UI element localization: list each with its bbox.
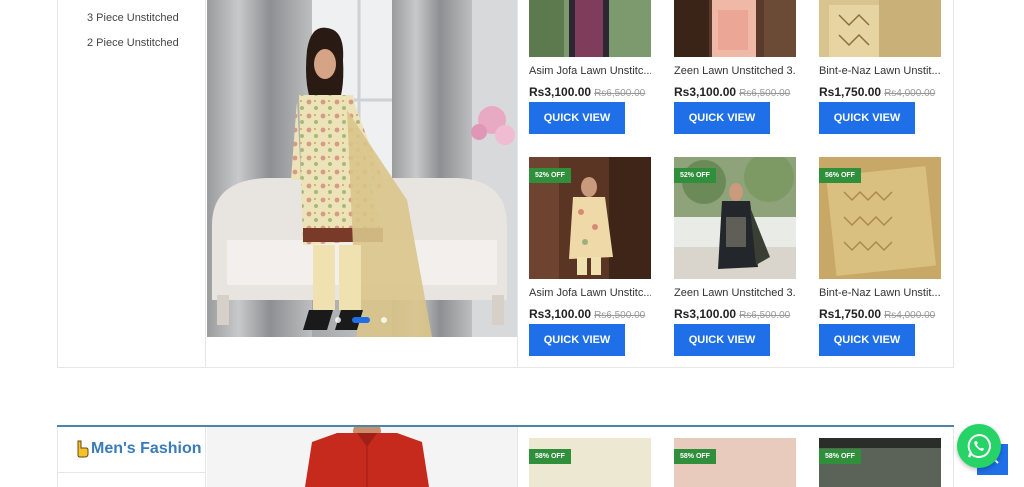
product-card[interactable]: Zeen Lawn Unstitched 3... Rs3,100.00 Rs6,…: [674, 0, 796, 134]
product-card[interactable]: Asim Jofa Lawn Unstitc... Rs3,100.00 Rs6,…: [529, 0, 651, 134]
product-card[interactable]: 56% OFF Bint-e-Naz Lawn Unstit... Rs1,75…: [819, 157, 941, 357]
category-sidebar: 3 Piece Unstitched 2 Piece Unstitched: [57, 0, 206, 368]
product-image[interactable]: 52% OFF: [529, 157, 651, 279]
whatsapp-icon: [967, 433, 991, 458]
product-card[interactable]: 52% OFF Zeen Lawn Unstitched 3... Rs3,10…: [674, 157, 796, 357]
banner-photo: [207, 0, 517, 337]
mens-banner-photo: [207, 427, 517, 487]
quick-view-button[interactable]: QUICK VIEW: [529, 102, 625, 134]
section-heading-text: Men's Fashion: [91, 440, 202, 457]
original-price: Rs6,500.00: [739, 310, 791, 321]
sale-price: Rs3,100.00: [674, 307, 737, 321]
divider: [517, 0, 518, 368]
product-card[interactable]: 58% OFF: [674, 438, 796, 487]
discount-badge: 52% OFF: [674, 168, 716, 183]
product-price: Rs3,100.00 Rs6,500.00: [529, 307, 645, 321]
original-price: Rs4,000.00: [884, 88, 936, 99]
product-price: Rs3,100.00 Rs6,500.00: [529, 85, 645, 99]
product-price: Rs1,750.00 Rs4,000.00: [819, 85, 935, 99]
divider: [517, 427, 518, 487]
product-photo: [674, 0, 796, 57]
sidebar-link-3-piece-unstitched[interactable]: 3 Piece Unstitched: [87, 12, 179, 24]
promo-banner-image[interactable]: [207, 0, 517, 337]
discount-badge: 58% OFF: [529, 449, 571, 464]
product-price: Rs3,100.00 Rs6,500.00: [674, 307, 790, 321]
product-image[interactable]: [819, 0, 941, 57]
product-image[interactable]: [674, 0, 796, 57]
product-price: Rs3,100.00 Rs6,500.00: [674, 85, 790, 99]
product-photo: [819, 0, 941, 57]
product-card[interactable]: 58% OFF: [529, 438, 651, 487]
quick-view-button[interactable]: QUICK VIEW: [819, 324, 915, 356]
pointing-hand-icon: [77, 440, 89, 458]
sale-price: Rs1,750.00: [819, 85, 882, 99]
carousel-dot[interactable]: [381, 317, 387, 323]
sale-price: Rs3,100.00: [674, 85, 737, 99]
product-image[interactable]: 52% OFF: [674, 157, 796, 279]
sale-price: Rs3,100.00: [529, 85, 592, 99]
original-price: Rs6,500.00: [594, 88, 646, 99]
product-image[interactable]: 58% OFF: [529, 438, 651, 487]
sale-price: Rs3,100.00: [529, 307, 592, 321]
discount-badge: 58% OFF: [674, 449, 716, 464]
quick-view-button[interactable]: QUICK VIEW: [819, 102, 915, 134]
whatsapp-chat-button[interactable]: [957, 424, 1001, 468]
product-name[interactable]: Zeen Lawn Unstitched 3...: [674, 287, 796, 299]
quick-view-button[interactable]: QUICK VIEW: [674, 102, 770, 134]
product-card[interactable]: Bint-e-Naz Lawn Unstit... Rs1,750.00 Rs4,…: [819, 0, 941, 134]
carousel-dot[interactable]: [335, 317, 341, 323]
sale-price: Rs1,750.00: [819, 307, 882, 321]
original-price: Rs6,500.00: [594, 310, 646, 321]
original-price: Rs4,000.00: [884, 310, 936, 321]
product-name[interactable]: Bint-e-Naz Lawn Unstit...: [819, 287, 941, 299]
packaging-strip: [819, 438, 941, 448]
product-name[interactable]: Bint-e-Naz Lawn Unstit...: [819, 65, 941, 77]
divider: [57, 472, 206, 473]
discount-badge: 58% OFF: [819, 449, 861, 464]
product-card[interactable]: 52% OFF Asim Jofa Lawn Unstitc... Rs3,10…: [529, 157, 651, 357]
product-image[interactable]: 56% OFF: [819, 157, 941, 279]
product-card[interactable]: 58% OFF: [819, 438, 941, 487]
section-heading[interactable]: Men's Fashion: [75, 440, 201, 458]
product-image[interactable]: 58% OFF: [819, 438, 941, 487]
mens-banner-image[interactable]: [207, 427, 517, 487]
product-name[interactable]: Zeen Lawn Unstitched 3...: [674, 65, 796, 77]
product-image[interactable]: [529, 0, 651, 57]
discount-badge: 52% OFF: [529, 168, 571, 183]
original-price: Rs6,500.00: [739, 88, 791, 99]
product-image[interactable]: 58% OFF: [674, 438, 796, 487]
mens-sidebar: Men's Fashion: [57, 427, 206, 487]
quick-view-button[interactable]: QUICK VIEW: [529, 324, 625, 356]
discount-badge: 56% OFF: [819, 168, 861, 183]
product-name[interactable]: Asim Jofa Lawn Unstitc...: [529, 65, 651, 77]
carousel-dot-active[interactable]: [352, 317, 370, 323]
product-price: Rs1,750.00 Rs4,000.00: [819, 307, 935, 321]
product-name[interactable]: Asim Jofa Lawn Unstitc...: [529, 287, 651, 299]
product-photo: [529, 0, 651, 57]
sidebar-link-2-piece-unstitched[interactable]: 2 Piece Unstitched: [87, 37, 179, 49]
quick-view-button[interactable]: QUICK VIEW: [674, 324, 770, 356]
